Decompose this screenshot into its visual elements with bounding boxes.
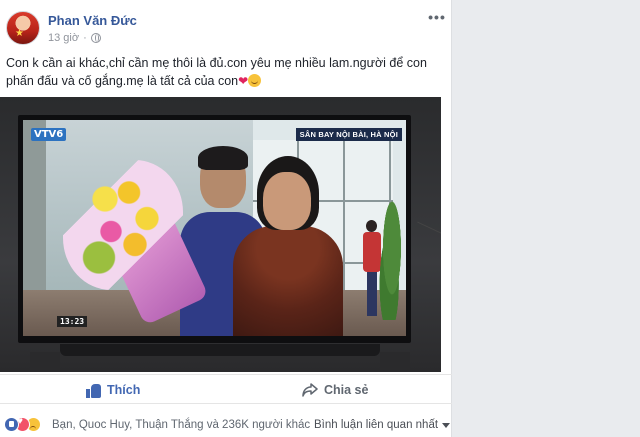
more-options-icon[interactable]: ••• — [428, 9, 446, 25]
comment-sort-dropdown[interactable]: Bình luận liên quan nhất — [314, 419, 451, 431]
author-name[interactable]: Phan Văn Đức — [48, 13, 137, 28]
chevron-down-icon — [442, 423, 451, 428]
post-text: Con k cần ai khác,chỉ cần mẹ thôi là đủ.… — [6, 54, 446, 90]
like-icon — [86, 383, 101, 398]
share-icon — [302, 383, 318, 397]
post-meta: 13 giờ · — [48, 32, 101, 44]
avatar[interactable]: ★ — [6, 11, 40, 45]
sort-label: Bình luận liên quan nhất — [314, 419, 439, 431]
reactions-summary[interactable]: Bạn, Quoc Huy, Thuận Thắng và 236K người… — [52, 419, 310, 431]
post-actions: Thích Chia sẻ — [0, 374, 452, 404]
post-header: ★ Phan Văn Đức 13 giờ · ••• — [0, 0, 452, 52]
heart-emoji: ❤ — [238, 74, 249, 88]
smile-emoji — [248, 74, 262, 87]
channel-logo: VTV6 — [31, 128, 67, 141]
tv-leg-left — [30, 352, 60, 372]
separator: · — [83, 32, 87, 44]
reaction-icons[interactable] — [4, 416, 41, 433]
scene-plant — [378, 200, 406, 320]
tv-screen: VTV6 SÂN BAY NỘI BÀI, HÀ NỘI 13:23 — [23, 120, 406, 336]
post-time[interactable]: 13 giờ — [48, 32, 79, 44]
globe-icon[interactable] — [90, 33, 101, 43]
share-button[interactable]: Chia sẻ — [302, 379, 368, 401]
timecode: 13:23 — [57, 316, 88, 327]
post-footer: Bạn, Quoc Huy, Thuận Thắng và 236K người… — [0, 412, 452, 437]
post-text-body: Con k cần ai khác,chỉ cần mẹ thôi là đủ.… — [6, 56, 427, 88]
tv-frame: VTV6 SÂN BAY NỘI BÀI, HÀ NỘI 13:23 — [18, 115, 411, 343]
post-card: ★ Phan Văn Đức 13 giờ · ••• Con k cần ai… — [0, 0, 452, 437]
scene-woman — [233, 156, 343, 336]
tv-cable — [409, 221, 441, 253]
tv-leg-right — [380, 352, 410, 372]
post-photo[interactable]: VTV6 SÂN BAY NỘI BÀI, HÀ NỘI 13:23 — [0, 97, 441, 372]
right-panel — [453, 0, 640, 437]
tv-stand — [60, 344, 380, 356]
share-label: Chia sẻ — [324, 383, 369, 397]
flower-bouquet — [63, 160, 183, 290]
star-icon: ★ — [15, 28, 24, 39]
like-button[interactable]: Thích — [86, 379, 140, 401]
like-label: Thích — [107, 383, 141, 397]
location-caption: SÂN BAY NỘI BÀI, HÀ NỘI — [295, 128, 402, 141]
like-reaction-icon — [4, 417, 19, 432]
